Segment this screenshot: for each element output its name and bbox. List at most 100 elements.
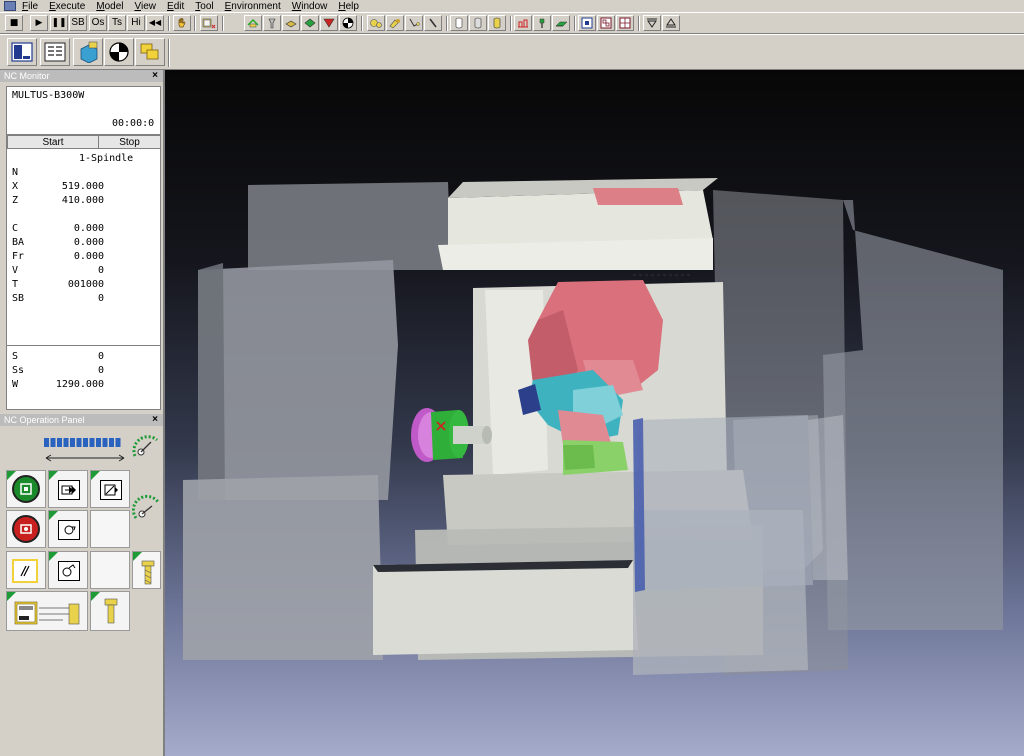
menu-file[interactable]: File xyxy=(22,1,38,12)
tool-path-icon[interactable] xyxy=(405,15,423,31)
feed-override-bar[interactable] xyxy=(44,438,124,448)
tool-select-cell[interactable] xyxy=(90,591,130,631)
origin-icon[interactable] xyxy=(339,15,357,31)
cutting-tool-icon[interactable] xyxy=(320,15,338,31)
toolbar-separator xyxy=(361,16,363,31)
toolbar-separator xyxy=(168,39,170,67)
axis-name: BA xyxy=(12,237,25,248)
start-button[interactable]: Start xyxy=(7,135,99,149)
workpiece-setup-icon[interactable] xyxy=(200,15,218,31)
view-select-icon[interactable] xyxy=(367,15,385,31)
empty-cell xyxy=(90,510,130,548)
tool-change-icon[interactable] xyxy=(533,15,551,31)
table-icon[interactable] xyxy=(552,15,570,31)
block-step-cell[interactable] xyxy=(48,470,88,508)
window-double-icon[interactable] xyxy=(597,15,615,31)
axis-value: 1290.000 xyxy=(55,379,104,390)
cycle-start-cell[interactable] xyxy=(6,470,46,508)
cycle-icon xyxy=(58,520,80,540)
tool-data-cell[interactable] xyxy=(6,591,88,631)
axis-name: S xyxy=(12,351,19,362)
close-icon[interactable]: × xyxy=(152,414,158,426)
window-quad-icon[interactable] xyxy=(616,15,634,31)
axis-value: 519.000 xyxy=(61,181,104,192)
interference-check-icon[interactable] xyxy=(386,15,404,31)
axis-name: N xyxy=(12,167,19,178)
cycle-cell[interactable] xyxy=(48,510,88,548)
chuck-icon[interactable] xyxy=(301,15,319,31)
main-toolbar: ■ ▶ ❚❚ SB Os Ts Hi ◀◀ xyxy=(0,12,1024,34)
nc-monitor: MULTUS-B300W 00:00:0 Start Stop 1-Spindl… xyxy=(6,86,161,410)
menu-model[interactable]: Model xyxy=(96,1,123,12)
optional-skip-cell[interactable] xyxy=(6,551,46,589)
play-button[interactable]: ▶ xyxy=(30,15,48,31)
fixture-icon[interactable] xyxy=(282,15,300,31)
cylinder-solid-icon[interactable] xyxy=(488,15,506,31)
menu-edit[interactable]: Edit xyxy=(167,1,184,12)
list-view-icon[interactable] xyxy=(40,38,70,66)
slash-icon xyxy=(12,559,38,583)
menu-help[interactable]: Help xyxy=(338,1,359,12)
rapid-dial-icon[interactable] xyxy=(131,494,162,524)
filter-down-icon[interactable] xyxy=(643,15,661,31)
machine-name: MULTUS-B300W xyxy=(12,90,85,101)
tool-magazine-cell[interactable] xyxy=(132,551,161,589)
axis-value: 0 xyxy=(97,265,104,276)
empty-cell xyxy=(90,551,130,589)
axis-name: SB xyxy=(12,293,25,304)
tool-stop-button[interactable]: Ts xyxy=(108,15,126,31)
reset-cell[interactable] xyxy=(6,510,46,548)
hand-icon[interactable] xyxy=(173,15,191,31)
axis-value: 0.000 xyxy=(73,223,104,234)
axis-name: V xyxy=(12,265,19,276)
menu-tool[interactable]: Tool xyxy=(195,1,213,12)
coordinate-origin-icon[interactable] xyxy=(104,38,134,66)
elapsed-time: 00:00:0 xyxy=(112,118,155,129)
part-model-icon[interactable] xyxy=(73,38,103,66)
copy-stock-icon[interactable] xyxy=(135,38,165,66)
optional-stop-button[interactable]: Os xyxy=(89,15,107,31)
rewind-button[interactable]: ◀◀ xyxy=(146,15,164,31)
axis-name: Z xyxy=(12,195,19,206)
filter-up-icon[interactable] xyxy=(662,15,680,31)
close-icon[interactable]: × xyxy=(152,70,158,82)
menu-bar: File Execute Model View Edit Tool Enviro… xyxy=(0,0,1024,12)
tool-measure-cell[interactable] xyxy=(48,551,88,589)
feed-hold-cell[interactable] xyxy=(90,470,130,508)
stock-cylinder-icon[interactable] xyxy=(450,15,468,31)
viewport-border xyxy=(163,70,165,756)
menu-execute[interactable]: Execute xyxy=(49,1,85,12)
3d-viewport[interactable] xyxy=(163,70,1024,756)
move-part-icon[interactable] xyxy=(244,15,262,31)
menu-view[interactable]: View xyxy=(135,1,157,12)
tool-holder-icon[interactable] xyxy=(263,15,281,31)
toolbar-separator xyxy=(574,16,576,31)
toolbar-separator xyxy=(222,16,224,31)
toolbar-separator xyxy=(194,16,196,31)
nc-monitor-titlebar: NC Monitor × xyxy=(0,70,163,82)
pen-icon[interactable] xyxy=(424,15,442,31)
high-speed-button[interactable]: Hi xyxy=(127,15,145,31)
machine-model xyxy=(183,178,1003,675)
cylinder-wire-icon[interactable] xyxy=(469,15,487,31)
operation-panel-empty xyxy=(6,636,161,752)
spindle-dial-icon[interactable] xyxy=(129,430,161,462)
nc-operation-panel xyxy=(6,426,161,752)
axis-name: Fr xyxy=(12,251,25,262)
tool-length-icon[interactable] xyxy=(514,15,532,31)
axis-value: 0.000 xyxy=(73,237,104,248)
menu-environment[interactable]: Environment xyxy=(225,1,281,12)
axis-value: 001000 xyxy=(67,279,104,290)
stop-button[interactable]: ■ xyxy=(5,15,23,31)
tool-data-icon xyxy=(14,601,80,625)
axis-name: X xyxy=(12,181,19,192)
window-single-icon[interactable] xyxy=(578,15,596,31)
toolbar-separator xyxy=(446,16,448,31)
pause-button[interactable]: ❚❚ xyxy=(50,15,68,31)
toolbar-separator xyxy=(168,16,170,31)
axis-value: 0.000 xyxy=(73,251,104,262)
stop-button-monitor[interactable]: Stop xyxy=(98,135,161,149)
menu-window[interactable]: Window xyxy=(292,1,328,12)
nc-monitor-view-icon[interactable] xyxy=(7,38,37,66)
single-block-button[interactable]: SB xyxy=(69,15,87,31)
